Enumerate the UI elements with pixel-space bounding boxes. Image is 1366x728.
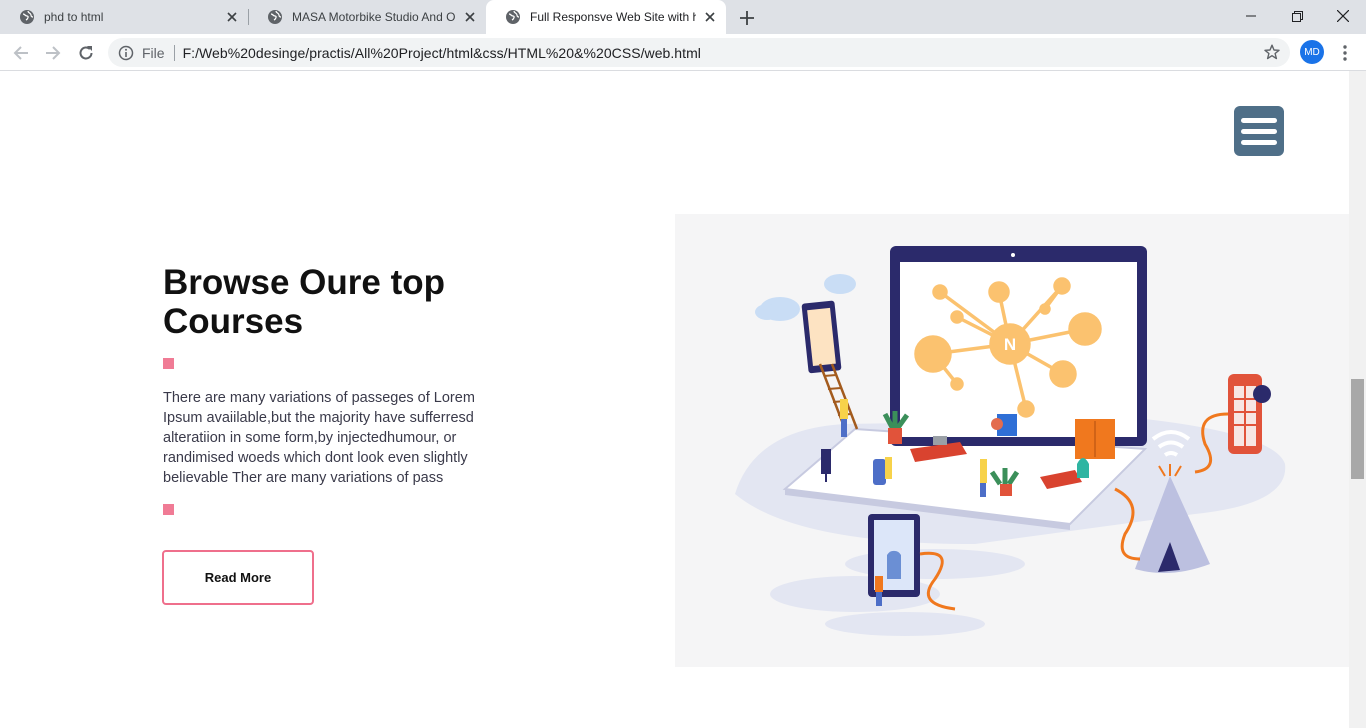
arrow-left-icon	[13, 46, 28, 60]
new-tab-button[interactable]	[736, 7, 758, 29]
browser-toolbar: File F:/Web%20desinge/practis/All%20Proj…	[0, 34, 1366, 71]
section-description: There are many variations of passeges of…	[163, 390, 475, 486]
scheme-label: File	[142, 44, 165, 61]
globe-icon	[20, 10, 34, 24]
profile-avatar[interactable]: MD	[1300, 40, 1324, 64]
close-tab-icon[interactable]	[462, 9, 478, 25]
minimize-icon	[1246, 15, 1256, 17]
browser-tab[interactable]: MASA Motorbike Studio And Onl	[248, 0, 486, 34]
browser-tab-active[interactable]: Full Responsve Web Site with htm	[486, 0, 726, 34]
tab-title: Full Responsve Web Site with htm	[530, 10, 696, 24]
section-heading: Browse Oure top Courses	[163, 263, 445, 341]
close-tab-icon[interactable]	[224, 9, 240, 25]
forward-button[interactable]	[41, 41, 65, 65]
back-button[interactable]	[9, 41, 33, 65]
address-divider	[173, 44, 175, 61]
scrollbar-thumb[interactable]	[1351, 379, 1364, 479]
address-bar[interactable]: File F:/Web%20desinge/practis/All%20Proj…	[108, 38, 1290, 67]
close-window-button[interactable]	[1320, 0, 1366, 32]
minimize-button[interactable]	[1228, 0, 1274, 32]
graph-badge: N	[1004, 335, 1016, 354]
browser-menu-button[interactable]	[1335, 41, 1355, 65]
page-viewport: Browse Oure top Courses There are many v…	[0, 71, 1349, 728]
close-tab-icon[interactable]	[702, 9, 718, 25]
bookmark-star-icon[interactable]	[1264, 44, 1280, 60]
hamburger-bar	[1241, 128, 1277, 134]
url-text[interactable]: F:/Web%20desinge/practis/All%20Project/h…	[183, 45, 701, 61]
hamburger-bar	[1241, 117, 1277, 123]
reload-button[interactable]	[74, 41, 98, 65]
decor-square	[163, 358, 174, 369]
arrow-right-icon	[46, 46, 61, 60]
reload-icon	[79, 46, 93, 60]
more-vert-icon	[1343, 45, 1347, 61]
restore-icon	[1291, 10, 1303, 22]
restore-button[interactable]	[1274, 0, 1320, 32]
tab-title: MASA Motorbike Studio And Onl	[292, 10, 456, 24]
globe-icon	[268, 10, 282, 24]
vertical-scrollbar[interactable]	[1349, 71, 1366, 728]
courses-illustration: N	[675, 214, 1349, 667]
info-icon[interactable]	[118, 45, 134, 61]
globe-icon	[506, 10, 520, 24]
plus-icon	[740, 11, 754, 25]
illustration-svg: N	[735, 246, 1286, 636]
close-icon	[1337, 10, 1349, 22]
browser-tab[interactable]: phd to html	[0, 0, 248, 34]
menu-toggle-button[interactable]	[1234, 106, 1284, 156]
tab-strip: phd to html MASA Motorbike Studio And On…	[0, 0, 1366, 34]
decor-square	[163, 504, 174, 515]
tab-title: phd to html	[44, 10, 104, 24]
hamburger-bar	[1241, 139, 1277, 145]
read-more-button[interactable]: Read More	[162, 550, 314, 605]
